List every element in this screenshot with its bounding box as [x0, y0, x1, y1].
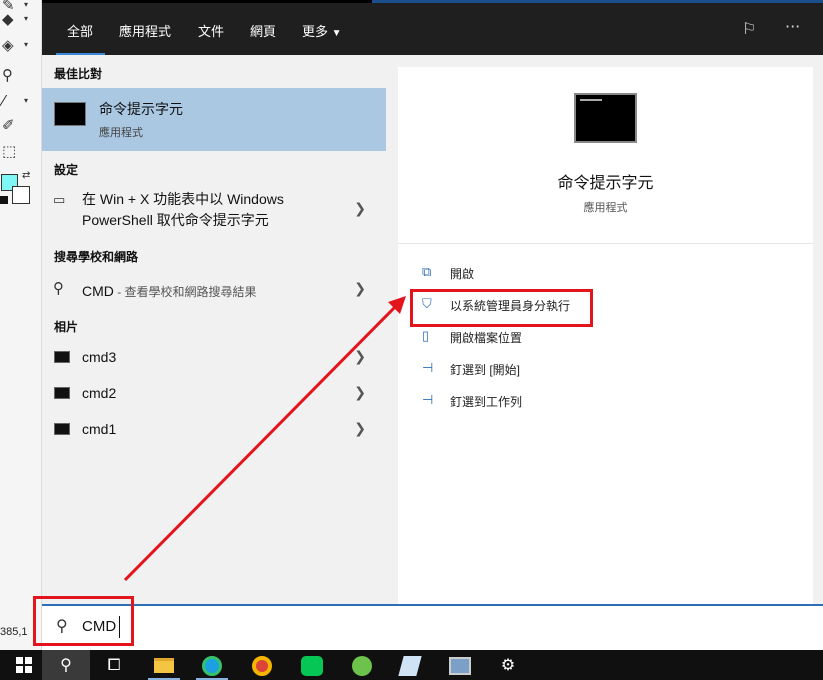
arrow-shaft [123, 302, 400, 582]
screen: ✎ ▾ ◆ ▾ ◈ ▾ ⚲ ⁄ ▾ ✐ ⬚ ⇄ 385,1 全部 應用程式 文件 網頁 … [0, 0, 823, 680]
annotation-arrow [123, 296, 406, 582]
